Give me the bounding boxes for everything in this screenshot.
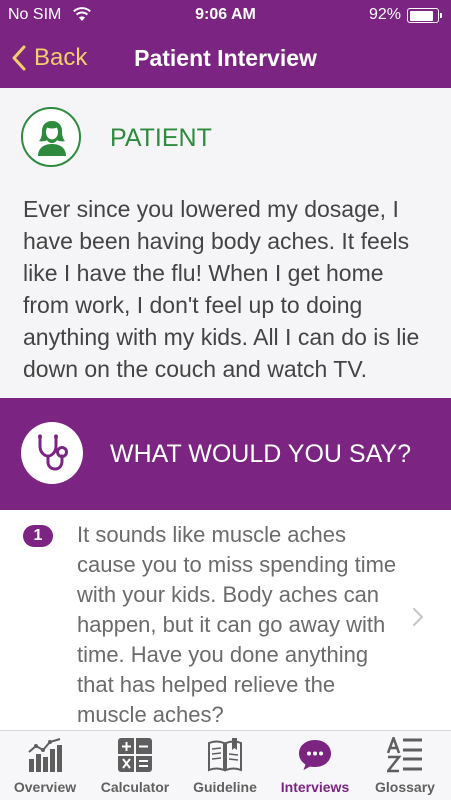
tab-bar: Overview Calculator Guideline Interviews…	[0, 730, 451, 800]
back-label: Back	[34, 44, 88, 71]
tab-overview[interactable]: Overview	[0, 731, 90, 800]
answer-option[interactable]: 1 It sounds like muscle aches cause you …	[0, 510, 451, 730]
question-label: WHAT WOULD YOU SAY?	[110, 440, 411, 468]
tab-label: Glossary	[375, 779, 435, 795]
battery-level	[409, 10, 434, 21]
chat-bubble-icon	[299, 740, 331, 770]
back-button[interactable]: Back	[12, 40, 87, 76]
patient-avatar	[21, 107, 81, 167]
stethoscope-icon	[38, 434, 68, 471]
book-icon	[208, 738, 242, 772]
answer-number-badge: 1	[23, 525, 53, 547]
bar-chart-icon	[28, 738, 62, 772]
chevron-right-icon	[412, 607, 424, 627]
battery-percent: 92%	[368, 6, 401, 23]
battery-icon	[407, 8, 442, 23]
tab-label: Interviews	[280, 779, 350, 795]
nav-bar: Back Patient Interview	[0, 30, 451, 88]
patient-statement-card: PATIENT Ever since you lowered my dosage…	[0, 88, 451, 398]
tab-calculator[interactable]: Calculator	[90, 731, 180, 800]
tab-guideline[interactable]: Guideline	[180, 731, 270, 800]
tab-label: Overview	[13, 779, 77, 795]
answer-text: It sounds like muscle aches cause you to…	[77, 522, 397, 727]
patient-label: PATIENT	[110, 124, 212, 152]
calculator-icon	[118, 738, 152, 772]
chevron-left-icon	[12, 45, 26, 71]
tab-interviews[interactable]: Interviews	[270, 731, 360, 800]
stethoscope-badge	[21, 422, 83, 484]
question-header: WHAT WOULD YOU SAY?	[0, 398, 451, 510]
glossary-az-icon	[387, 737, 422, 773]
tab-glossary[interactable]: Glossary	[360, 731, 450, 800]
patient-statement: Ever since you lowered my dosage, I have…	[23, 196, 420, 382]
tab-label: Calculator	[100, 779, 170, 795]
tab-label: Guideline	[193, 779, 257, 795]
patient-avatar-icon	[38, 121, 66, 156]
status-bar: No SIM 9:06 AM 92%	[0, 0, 451, 30]
